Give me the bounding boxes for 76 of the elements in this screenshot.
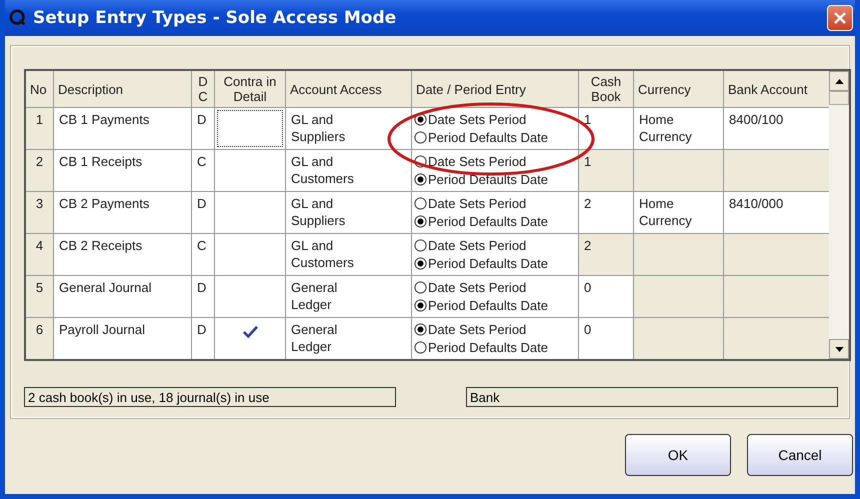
table-cell: Home Currency: [634, 192, 723, 233]
table-cell: CB 1 Payments: [54, 108, 191, 149]
status-field: Bank: [466, 387, 838, 407]
column-header: Contra in Detail: [215, 71, 285, 107]
column-header: No: [26, 71, 53, 107]
table-cell: CB 2 Payments: [54, 192, 191, 233]
column-header: Description: [54, 71, 191, 107]
table-cell: 8410/000: [724, 192, 829, 233]
checkmark-icon: [241, 325, 259, 339]
radio-option[interactable]: Period Defaults Date: [414, 338, 576, 356]
radio-option[interactable]: Date Sets Period: [414, 195, 576, 212]
contra-cell[interactable]: [215, 108, 285, 149]
radio-option[interactable]: Date Sets Period: [414, 111, 576, 128]
table-cell: General Ledger: [286, 318, 411, 359]
table-cell: GL and Suppliers: [286, 192, 411, 233]
radio-option[interactable]: Date Sets Period: [414, 321, 576, 338]
radio-option[interactable]: Date Sets Period: [414, 279, 576, 296]
table-cell: 0: [579, 276, 633, 317]
radio-option[interactable]: Period Defaults Date: [414, 254, 576, 272]
table-cell: D: [192, 108, 214, 149]
table-cell: Home Currency: [634, 108, 723, 149]
column-header: Cash Book: [579, 71, 633, 107]
column-header: Bank Account: [724, 71, 829, 107]
row-number: 2: [26, 150, 53, 191]
column-header: Account Access: [286, 71, 411, 107]
table-cell: 0: [579, 318, 633, 359]
table-cell: 2: [579, 234, 633, 275]
column-header: Currency: [634, 71, 723, 107]
contra-cell[interactable]: [215, 276, 285, 317]
table-cell: 1: [579, 108, 633, 149]
scroll-up-button[interactable]: [829, 71, 849, 91]
close-button[interactable]: [827, 5, 853, 31]
table-cell: General Ledger: [286, 276, 411, 317]
scroll-thumb[interactable]: [829, 91, 849, 105]
down-arrow-icon: [834, 346, 844, 352]
radio-option[interactable]: Date Sets Period: [414, 237, 576, 254]
table-cell: CB 2 Receipts: [54, 234, 191, 275]
scroll-down-button[interactable]: [829, 339, 849, 359]
close-icon: [833, 11, 847, 25]
radio-option[interactable]: Date Sets Period: [414, 153, 576, 170]
table-cell: C: [192, 234, 214, 275]
table-cell: GL and Customers: [286, 234, 411, 275]
ok-button[interactable]: OK: [625, 434, 731, 476]
table-cell: General Journal: [54, 276, 191, 317]
radio-option[interactable]: Period Defaults Date: [414, 170, 576, 188]
row-number: 4: [26, 234, 53, 275]
row-number: 6: [26, 318, 53, 359]
app-icon: [9, 9, 27, 27]
contra-cell[interactable]: [215, 150, 285, 191]
table-cell: GL and Customers: [286, 150, 411, 191]
table-cell: D: [192, 192, 214, 233]
row-number: 1: [26, 108, 53, 149]
table-cell: Payroll Journal: [54, 318, 191, 359]
table-cell: GL and Suppliers: [286, 108, 411, 149]
contra-cell[interactable]: [215, 234, 285, 275]
table-cell: D: [192, 318, 214, 359]
table-cell: 8400/100: [724, 108, 829, 149]
radio-option[interactable]: Period Defaults Date: [414, 128, 576, 146]
cancel-button[interactable]: Cancel: [747, 434, 853, 476]
status-field: 2 cash book(s) in use, 18 journal(s) in use: [24, 387, 396, 407]
table-cell: C: [192, 150, 214, 191]
radio-option[interactable]: Period Defaults Date: [414, 296, 576, 314]
column-header: Date / Period Entry: [412, 71, 578, 107]
scrollbar[interactable]: [829, 71, 849, 359]
row-number: 5: [26, 276, 53, 317]
table-cell: CB 1 Receipts: [54, 150, 191, 191]
column-header: D C: [192, 71, 214, 107]
row-number: 3: [26, 192, 53, 233]
table-cell: 2: [579, 192, 633, 233]
radio-option[interactable]: Period Defaults Date: [414, 212, 576, 230]
up-arrow-icon: [834, 78, 844, 84]
table-cell: D: [192, 276, 214, 317]
contra-cell[interactable]: [215, 192, 285, 233]
window-title: Setup Entry Types - Sole Access Mode: [33, 8, 398, 28]
table-cell: 1: [579, 150, 633, 191]
contra-cell[interactable]: [215, 318, 285, 359]
